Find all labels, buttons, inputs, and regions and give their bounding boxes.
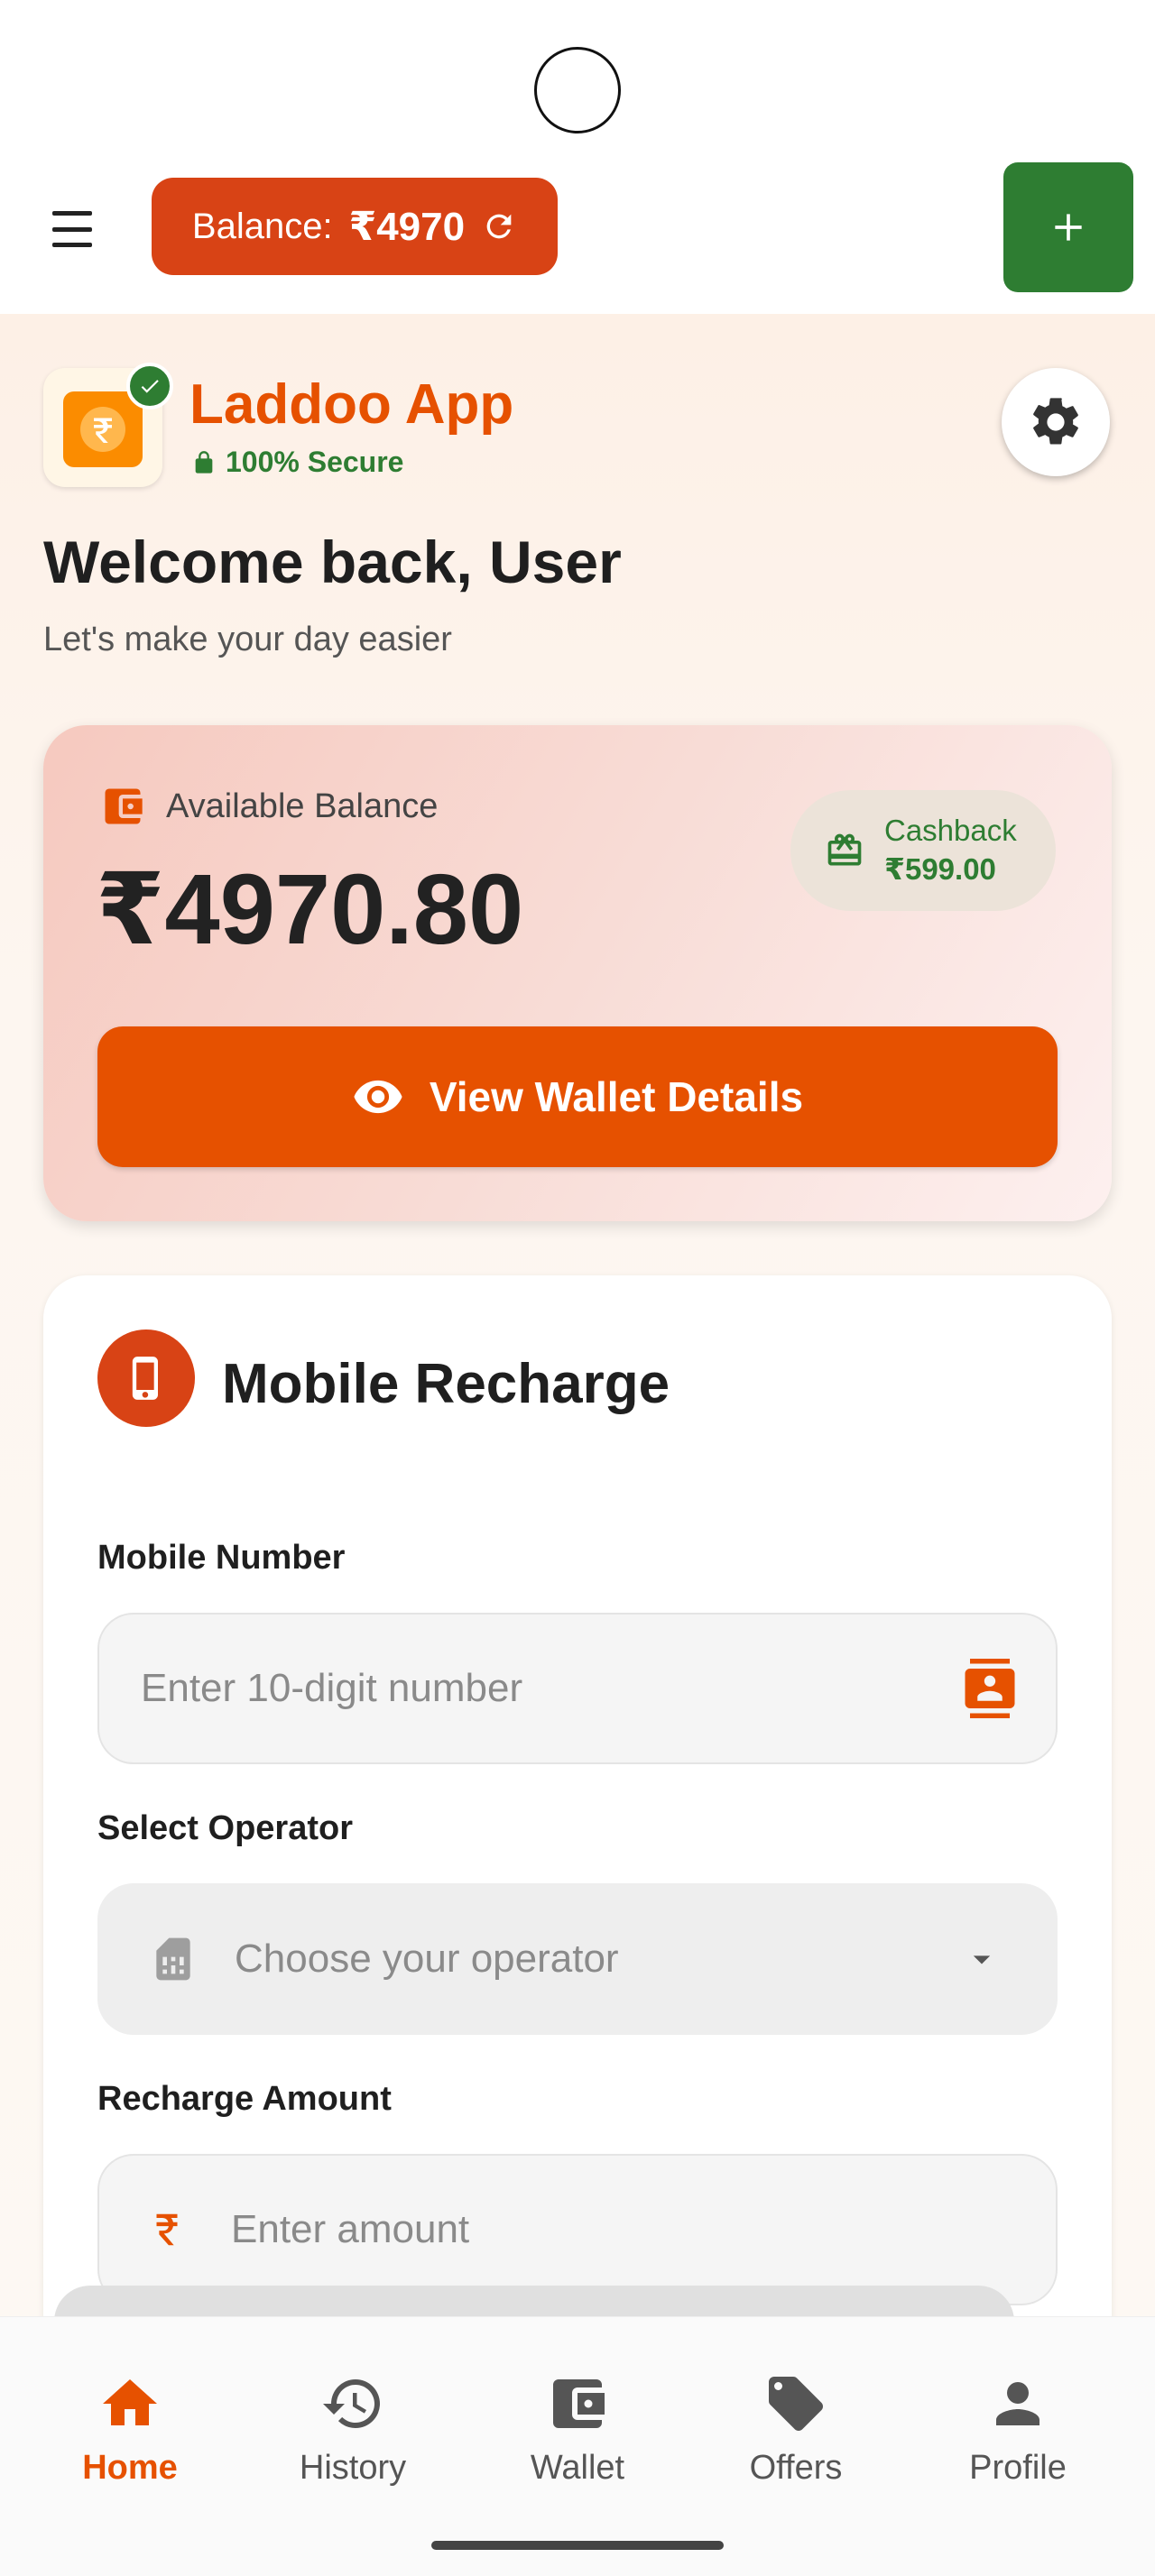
rupee-coin-icon bbox=[80, 407, 125, 452]
history-icon bbox=[323, 2379, 380, 2428]
contacts-icon[interactable] bbox=[960, 1659, 1020, 1718]
menu-icon-line bbox=[52, 211, 92, 216]
nav-offers[interactable]: Offers bbox=[706, 2371, 886, 2488]
mobile-number-placeholder: Enter 10-digit number bbox=[141, 1666, 523, 1710]
gift-card-icon bbox=[827, 833, 862, 866]
sim-card-icon bbox=[156, 1937, 190, 1981]
add-button[interactable] bbox=[1003, 162, 1133, 292]
wallet-icon bbox=[105, 788, 143, 824]
welcome-title: Welcome back, User bbox=[43, 529, 622, 595]
nav-profile[interactable]: Profile bbox=[928, 2371, 1108, 2488]
main-content[interactable]: Laddoo App 100% Secure Welcome back, Use… bbox=[0, 314, 1155, 2316]
eye-icon bbox=[354, 1080, 402, 1114]
app-screen: Balance: ₹4970 Laddoo App 100% Secure We… bbox=[0, 0, 1155, 2576]
nav-wallet[interactable]: Wallet bbox=[487, 2371, 668, 2488]
mobile-number-label: Mobile Number bbox=[97, 1539, 346, 1577]
available-balance-amount: ₹4970.80 bbox=[96, 854, 524, 965]
operator-select[interactable]: Choose your operator bbox=[97, 1883, 1058, 2035]
plus-icon bbox=[1055, 214, 1082, 241]
brand-name: Laddoo App bbox=[189, 373, 514, 436]
phone-icon bbox=[132, 1357, 158, 1400]
cashback-chip[interactable]: Cashback ₹599.00 bbox=[790, 790, 1056, 911]
lock-icon bbox=[195, 450, 213, 474]
available-balance-row: Available Balance bbox=[99, 783, 438, 830]
balance-pill-label: Balance: bbox=[191, 206, 333, 246]
top-app-bar: Balance: ₹4970 bbox=[0, 153, 1155, 314]
wallet-icon bbox=[553, 2379, 605, 2428]
wallet-balance-card: Available Balance ₹4970.80 Cashback ₹599… bbox=[43, 725, 1112, 1221]
refresh-icon[interactable] bbox=[481, 208, 517, 244]
view-wallet-details-button[interactable]: View Wallet Details bbox=[97, 1026, 1058, 1167]
camera-cutout bbox=[534, 47, 621, 133]
nav-history-label: History bbox=[299, 2449, 407, 2487]
mobile-recharge-title: Mobile Recharge bbox=[222, 1353, 670, 1415]
secure-indicator: 100% Secure bbox=[191, 446, 403, 479]
settings-button[interactable] bbox=[1002, 368, 1110, 476]
amount-placeholder: Enter amount bbox=[231, 2207, 470, 2251]
nav-history[interactable]: History bbox=[263, 2371, 443, 2488]
mobile-recharge-badge bbox=[97, 1329, 195, 1427]
nav-offers-label: Offers bbox=[749, 2449, 843, 2487]
check-icon bbox=[141, 380, 159, 393]
nav-profile-label: Profile bbox=[969, 2449, 1067, 2487]
logo-fruit bbox=[63, 391, 143, 467]
gesture-handle[interactable] bbox=[431, 2541, 724, 2550]
dropdown-arrow-icon bbox=[973, 1955, 991, 1964]
mobile-recharge-card: Mobile Recharge Mobile Number Enter 10-d… bbox=[43, 1275, 1112, 2316]
amount-input[interactable]: Enter amount bbox=[97, 2154, 1058, 2305]
rupee-icon bbox=[156, 2213, 178, 2246]
bottom-navigation: Home History Wallet Offers Profile bbox=[0, 2316, 1155, 2576]
view-wallet-details-label: View Wallet Details bbox=[429, 1073, 804, 1120]
tag-icon bbox=[769, 2377, 823, 2431]
amount-label: Recharge Amount bbox=[97, 2080, 392, 2118]
nav-home-label: Home bbox=[82, 2449, 178, 2487]
available-balance-label: Available Balance bbox=[166, 787, 439, 825]
operator-placeholder: Choose your operator bbox=[235, 1937, 619, 1981]
next-field-partial[interactable] bbox=[54, 2286, 1014, 2316]
menu-icon-line bbox=[52, 243, 92, 247]
cashback-text: Cashback ₹599.00 bbox=[884, 812, 1017, 889]
verified-badge bbox=[126, 363, 173, 409]
secure-text: 100% Secure bbox=[226, 446, 404, 478]
balance-pill-amount: ₹4970 bbox=[348, 204, 466, 249]
menu-button[interactable] bbox=[52, 211, 99, 247]
operator-label: Select Operator bbox=[97, 1809, 353, 1847]
welcome-subtitle: Let's make your day easier bbox=[43, 621, 452, 658]
mobile-number-input[interactable]: Enter 10-digit number bbox=[97, 1613, 1058, 1764]
nav-home[interactable]: Home bbox=[40, 2371, 220, 2488]
menu-icon-line bbox=[52, 226, 92, 232]
person-icon bbox=[996, 2382, 1040, 2425]
cashback-amount: ₹599.00 bbox=[884, 852, 996, 886]
cashback-label: Cashback bbox=[884, 814, 1017, 848]
nav-wallet-label: Wallet bbox=[530, 2449, 625, 2487]
balance-pill[interactable]: Balance: ₹4970 bbox=[152, 178, 558, 275]
gear-icon bbox=[1033, 398, 1078, 445]
home-icon bbox=[103, 2379, 157, 2425]
